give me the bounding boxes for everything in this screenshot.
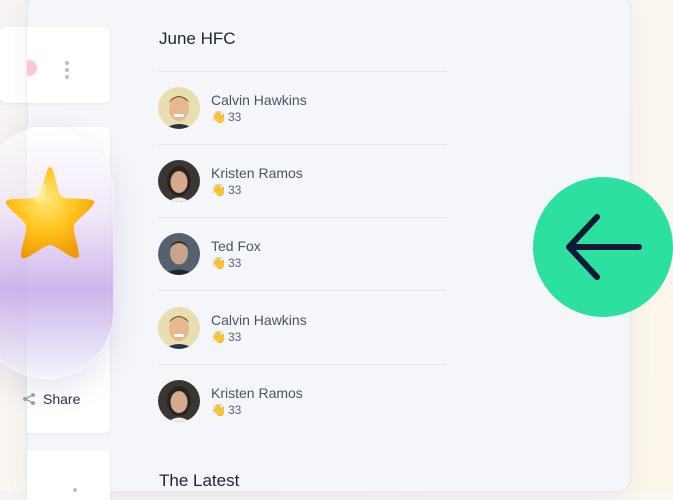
person-name: Kristen Ramos xyxy=(211,385,303,401)
clap-count: 👋 33 xyxy=(211,330,242,344)
section-title: June HFC xyxy=(159,29,236,48)
clap-icon: 👋 xyxy=(211,256,226,270)
avatar xyxy=(158,307,200,349)
section-title-latest: The Latest xyxy=(159,471,240,490)
clap-count: 👋 33 xyxy=(211,403,242,417)
more-options-icon-bottom[interactable] xyxy=(73,488,77,495)
clap-icon: 👋 xyxy=(211,183,226,197)
list-item[interactable]: Calvin Hawkins 👋 33 xyxy=(158,307,446,351)
divider xyxy=(158,144,446,145)
avatar xyxy=(158,380,200,422)
list-item[interactable]: Kristen Ramos 👋 33 xyxy=(158,160,446,204)
clap-icon: 👋 xyxy=(211,403,226,417)
share-button[interactable]: Share xyxy=(22,391,80,407)
person-name: Calvin Hawkins xyxy=(211,92,307,108)
person-name: Ted Fox xyxy=(211,238,261,254)
avatar xyxy=(158,160,200,202)
divider xyxy=(158,364,446,365)
divider xyxy=(158,71,446,72)
clap-icon: 👋 xyxy=(211,110,226,124)
arrow-left-icon xyxy=(566,214,642,280)
share-icon xyxy=(23,393,35,405)
avatar xyxy=(158,233,200,275)
more-options-icon[interactable] xyxy=(65,61,69,82)
star-icon xyxy=(5,167,95,259)
clap-count: 👋 33 xyxy=(211,256,242,270)
avatar xyxy=(158,87,200,129)
clap-icon: 👋 xyxy=(211,330,226,344)
post-card-bottom xyxy=(27,450,110,500)
divider xyxy=(158,290,446,291)
back-button[interactable] xyxy=(533,177,673,317)
divider xyxy=(158,217,446,218)
list-item[interactable]: Kristen Ramos 👋 33 xyxy=(158,380,446,424)
person-name: Calvin Hawkins xyxy=(211,312,307,328)
clap-count: 👋 33 xyxy=(211,110,242,124)
share-label: Share xyxy=(43,391,81,407)
list-item[interactable]: Calvin Hawkins 👋 33 xyxy=(158,87,446,131)
clap-count: 👋 33 xyxy=(211,183,242,197)
list-item[interactable]: Ted Fox 👋 33 xyxy=(158,233,446,277)
person-name: Kristen Ramos xyxy=(211,165,303,181)
